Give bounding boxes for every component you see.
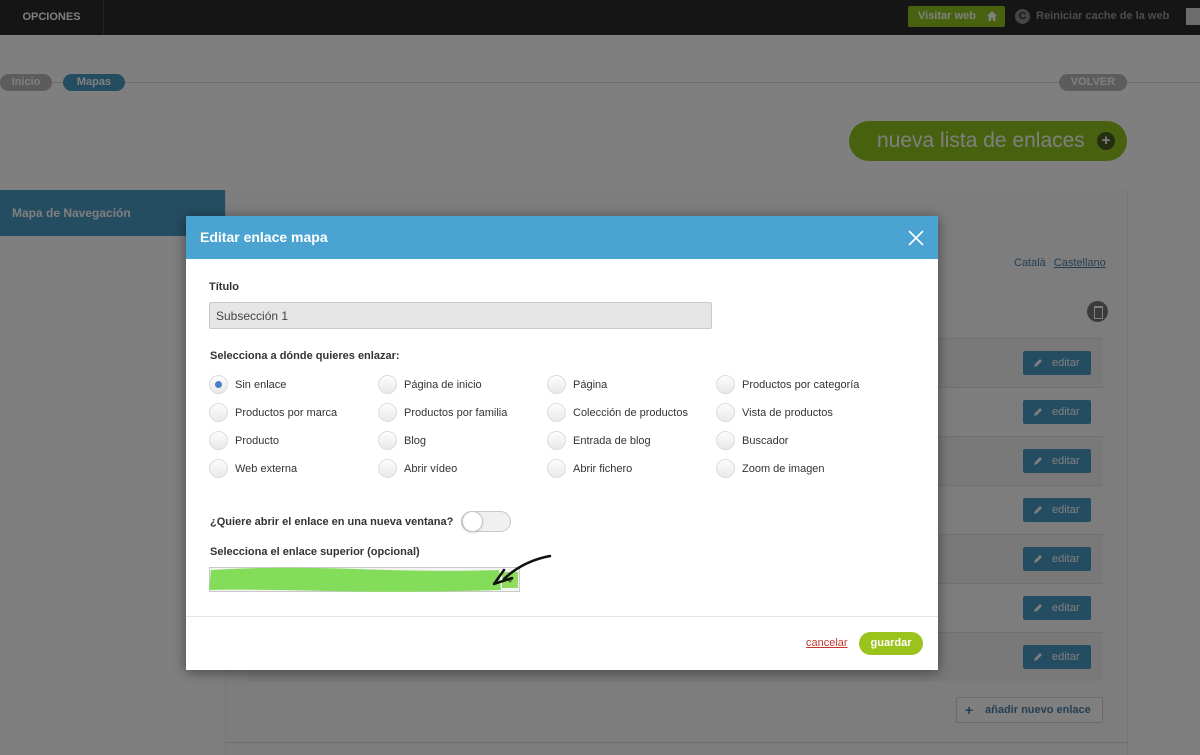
radio-label: Entrada de blog [573,435,651,447]
radio-button[interactable] [716,375,735,394]
radio-label: Página de inicio [404,379,482,391]
radio-label: Abrir vídeo [404,463,458,475]
redaction-highlight [209,567,501,592]
radio-label: Blog [404,435,427,447]
radio-button[interactable] [547,431,566,450]
toggle-knob [462,511,483,532]
radio-button[interactable] [209,375,228,394]
radio-button[interactable] [716,459,735,478]
cancel-link[interactable]: cancelar [806,637,848,649]
radio-label: Colección de productos [573,407,688,419]
radio-button[interactable] [378,403,397,422]
radio-label: Zoom de imagen [742,463,825,475]
edit-link-modal: Editar enlace mapa Título Selecciona a d… [186,216,938,670]
radio-button[interactable] [547,375,566,394]
radio-button[interactable] [716,403,735,422]
radio-button[interactable] [378,375,397,394]
close-icon[interactable] [906,228,926,248]
save-button[interactable]: guardar [859,632,923,655]
radio-label: Producto [235,435,280,447]
radio-label: Abrir fichero [573,463,633,475]
modal-footer-divider [186,616,938,617]
radio-label: Web externa [235,463,298,475]
radio-button[interactable] [209,431,228,450]
modal-header: Editar enlace mapa [186,216,938,259]
radio-label: Página [573,379,608,391]
radio-button[interactable] [378,459,397,478]
radio-button[interactable] [378,431,397,450]
radio-button[interactable] [547,403,566,422]
radio-button[interactable] [209,403,228,422]
annotation-arrow-icon [492,554,552,586]
radio-label: Vista de productos [742,407,833,419]
link-target-label: Selecciona a dónde quieres enlazar: [210,350,400,362]
radio-label: Buscador [742,435,789,447]
parent-link-label: Selecciona el enlace superior (opcional) [210,546,420,558]
radio-button[interactable] [547,459,566,478]
radio-label: Productos por marca [235,407,338,419]
new-window-toggle[interactable] [461,511,511,532]
radio-button[interactable] [716,431,735,450]
new-window-label: ¿Quiere abrir el enlace en una nueva ven… [210,516,454,528]
radio-button[interactable] [209,459,228,478]
modal-title: Editar enlace mapa [200,229,328,245]
radio-label: Sin enlace [235,379,287,391]
radio-label: Productos por categoría [742,379,860,391]
radio-label: Productos por familia [404,407,508,419]
title-field-label: Título [209,281,239,293]
title-input[interactable] [209,302,712,329]
